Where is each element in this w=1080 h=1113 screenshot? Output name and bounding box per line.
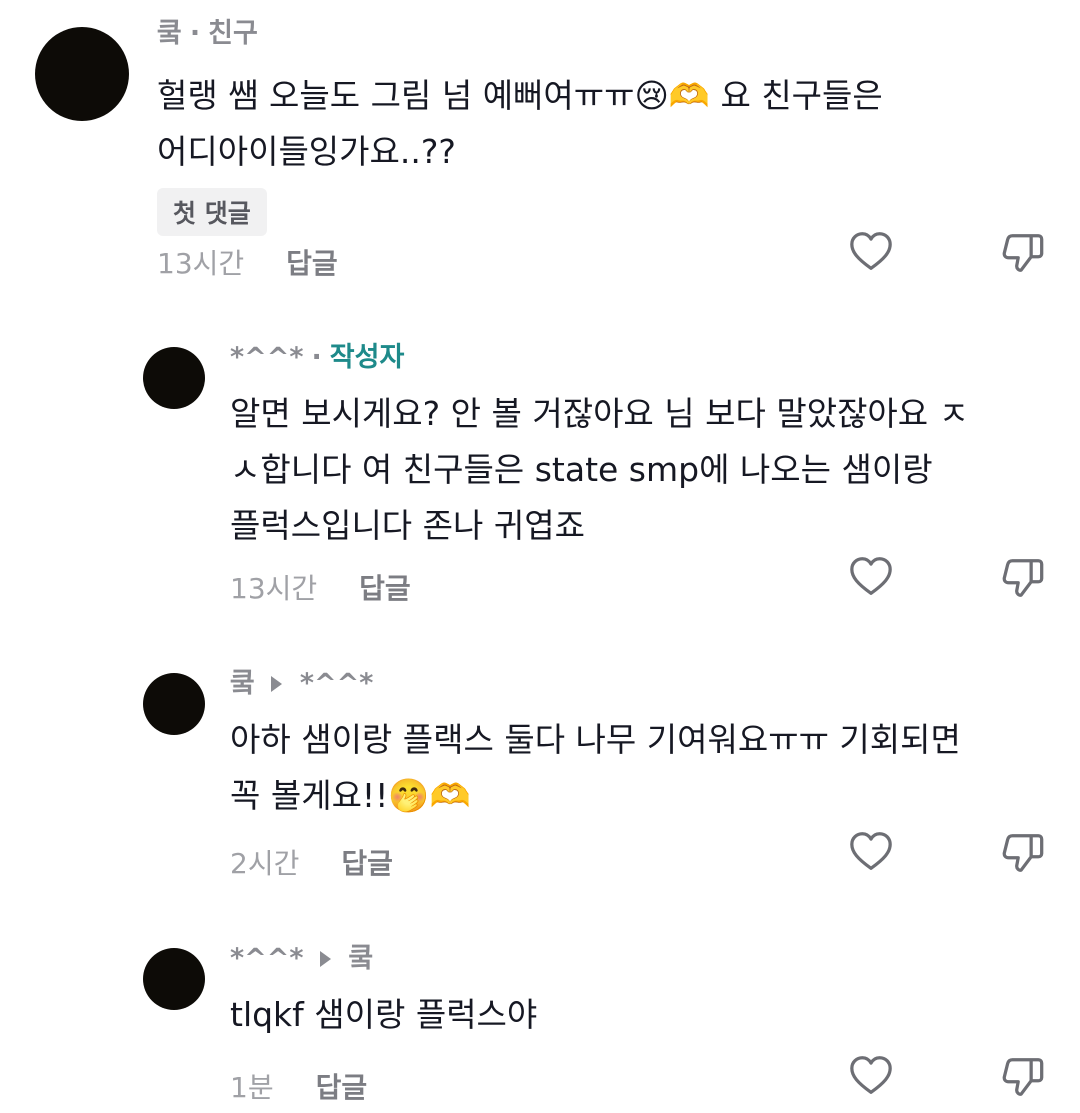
- avatar[interactable]: [143, 673, 205, 735]
- comment-time: 13시간: [230, 572, 318, 605]
- heart-icon[interactable]: [848, 829, 894, 875]
- comment-meta: *^^* 쿸: [230, 941, 1060, 977]
- comment-actions: 13시간 답글: [230, 567, 411, 607]
- comment-actions: 13시간 답글: [157, 242, 338, 282]
- comment-text: tlqkf 샘이랑 플럭스야: [230, 995, 538, 1034]
- reply-button[interactable]: 답글: [341, 842, 393, 882]
- avatar[interactable]: [143, 948, 205, 1010]
- comment-author[interactable]: 쿸: [230, 666, 255, 702]
- comment-actions: 1분 답글: [230, 1066, 367, 1106]
- comment-text: 아하 샘이랑 플랙스 둘다 나무 기여워요ㅠㅠ 기회되면 꼭 볼게요!!🤭🫶: [230, 720, 961, 815]
- comment-text: 헐랭 쌤 오늘도 그림 넘 예뻐여ㅠㅠ😢🫶 요 친구들은 어디아이들잉가요..?…: [157, 76, 883, 171]
- heart-icon[interactable]: [848, 1053, 894, 1099]
- comment-meta: *^^* · 작성자: [230, 340, 1060, 376]
- avatar[interactable]: [143, 347, 205, 409]
- comment-time: 1분: [230, 1071, 274, 1104]
- thumbs-down-icon[interactable]: [1000, 1053, 1046, 1099]
- comment-meta: 쿸 · 친구: [157, 16, 1057, 52]
- thumbs-down-icon[interactable]: [1000, 829, 1046, 875]
- relation-label: 친구: [208, 18, 258, 49]
- comment-author[interactable]: *^^*: [230, 941, 304, 977]
- comment-meta: 쿸 *^^*: [230, 666, 1060, 702]
- comment-author[interactable]: 쿸: [157, 16, 182, 52]
- comment-text: 알면 보시게요? 안 볼 거잖아요 님 보다 말았잖아요 ㅈ ㅅ합니다 여 친구…: [230, 394, 969, 545]
- heart-icon[interactable]: [848, 554, 894, 600]
- thumbs-down-icon[interactable]: [1000, 229, 1046, 275]
- reply-arrow-icon: [270, 676, 282, 692]
- reply-button[interactable]: 답글: [286, 242, 338, 282]
- meta-separator: ·: [311, 342, 322, 373]
- comment-author[interactable]: *^^*: [230, 340, 304, 376]
- first-comment-badge: 첫 댓글: [157, 188, 267, 236]
- thumbs-down-icon[interactable]: [1000, 554, 1046, 600]
- comment-time: 13시간: [157, 247, 245, 280]
- reply-arrow-icon: [319, 951, 331, 967]
- comment-time: 2시간: [230, 847, 300, 880]
- reply-to-user[interactable]: 쿸: [349, 941, 374, 977]
- author-tag: 작성자: [329, 342, 405, 373]
- meta-separator: ·: [189, 18, 201, 49]
- avatar[interactable]: [35, 27, 129, 121]
- heart-icon[interactable]: [848, 229, 894, 275]
- comment-actions: 2시간 답글: [230, 842, 393, 882]
- reply-to-user[interactable]: *^^*: [300, 666, 374, 702]
- reply-button[interactable]: 답글: [359, 567, 411, 607]
- reply-button[interactable]: 답글: [316, 1066, 368, 1106]
